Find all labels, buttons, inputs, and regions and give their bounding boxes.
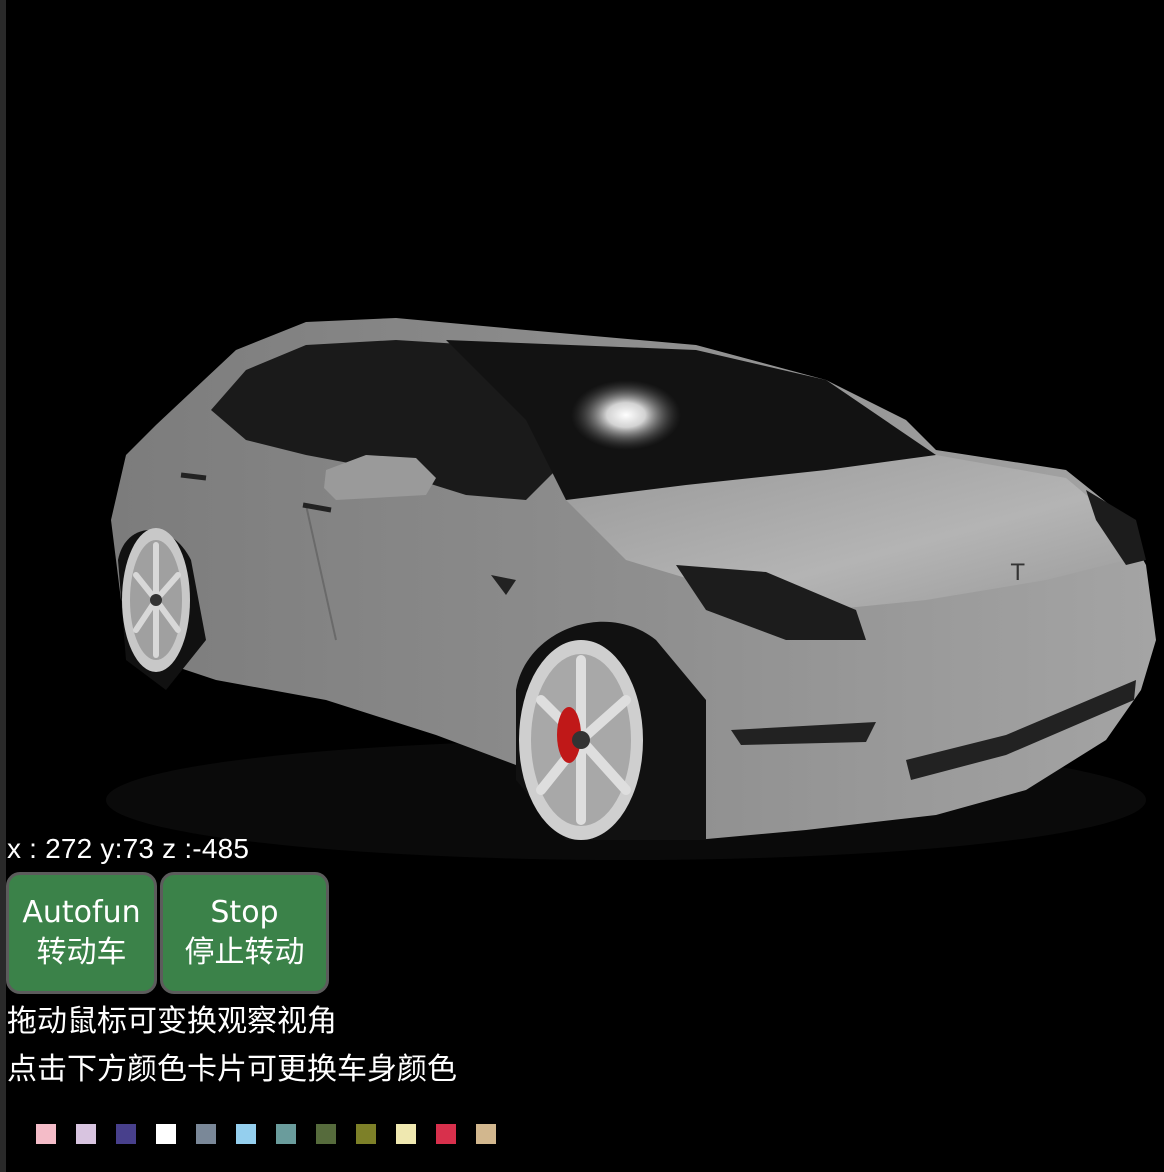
car-model: T bbox=[106, 318, 1156, 860]
color-swatch-teal-gray[interactable] bbox=[276, 1124, 296, 1144]
drag-hint-text: 拖动鼠标可变换观察视角 bbox=[7, 1004, 337, 1039]
color-swatch-pink[interactable] bbox=[36, 1124, 56, 1144]
color-hint-text: 点击下方颜色卡片可更换车身颜色 bbox=[7, 1052, 457, 1087]
stop-sublabel: 停止转动 bbox=[184, 935, 305, 970]
color-swatch-lilac[interactable] bbox=[76, 1124, 96, 1144]
color-swatch-crimson[interactable] bbox=[436, 1124, 456, 1144]
color-swatch-cream[interactable] bbox=[396, 1124, 416, 1144]
color-swatch-indigo[interactable] bbox=[116, 1124, 136, 1144]
autofun-label: Autofun bbox=[22, 895, 141, 930]
color-swatch-white[interactable] bbox=[156, 1124, 176, 1144]
autofun-sublabel: 转动车 bbox=[36, 935, 127, 970]
stop-label: Stop bbox=[210, 895, 279, 930]
color-swatch-olive[interactable] bbox=[356, 1124, 376, 1144]
autofun-rotate-button[interactable]: Autofun 转动车 bbox=[6, 872, 157, 994]
color-swatch-slate-gray[interactable] bbox=[196, 1124, 216, 1144]
color-swatch-list bbox=[36, 1124, 496, 1144]
car-3d-viewport[interactable]: T bbox=[6, 0, 1164, 860]
stop-rotate-button[interactable]: Stop 停止转动 bbox=[160, 872, 329, 994]
color-swatch-sky-blue[interactable] bbox=[236, 1124, 256, 1144]
svg-text:T: T bbox=[1010, 561, 1025, 586]
color-swatch-tan[interactable] bbox=[476, 1124, 496, 1144]
color-swatch-olive-green[interactable] bbox=[316, 1124, 336, 1144]
camera-coordinates: x : 272 y:73 z :-485 bbox=[7, 833, 250, 864]
